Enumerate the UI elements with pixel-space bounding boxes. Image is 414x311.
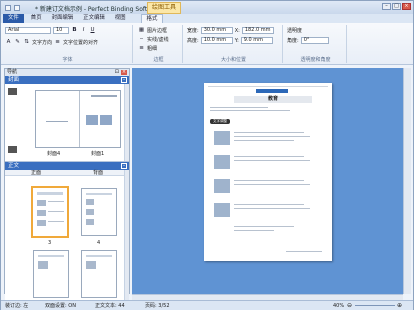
page-thumbnail[interactable] [81, 188, 117, 236]
opacity-button[interactable]: 透明度 [287, 27, 302, 34]
cover-label-back: 封面4 [47, 151, 61, 157]
text-direction-icon[interactable]: ⇅ [23, 39, 30, 46]
window-controls: – □ × [382, 3, 411, 10]
book-graphic-icon [256, 89, 288, 93]
page-number-4: 4 [97, 240, 101, 246]
printer-icon [8, 88, 17, 95]
cover-label-front: 封面1 [91, 151, 105, 157]
tab-body-edit[interactable]: 正文编辑 [78, 14, 110, 23]
illustration-image [214, 131, 230, 145]
font-name-select[interactable]: Arial [5, 27, 51, 34]
save-icon[interactable] [14, 4, 20, 11]
y-input[interactable]: 9.0 mm [240, 37, 273, 44]
dash-style-button[interactable]: 实线/虚线 [147, 36, 169, 43]
picture-border-button[interactable]: 图片边框 [147, 27, 167, 34]
minimize-icon[interactable]: – [382, 3, 391, 10]
window-title: * 新建订文档示例 - Perfect Binding Software [35, 6, 162, 13]
text-align-icon[interactable]: ≡ [54, 39, 61, 46]
x-label: X: [234, 27, 240, 34]
navigation-header: 导航 ⊡ × [5, 69, 129, 76]
body-section-header[interactable]: 正文 – [5, 162, 129, 170]
x-input[interactable]: 182.0 mm [241, 27, 274, 34]
dash-style-icon: ┄ [139, 36, 144, 42]
underline-button[interactable]: U [89, 27, 96, 34]
app-window: * 新建订文档示例 - Perfect Binding Software 绘图工… [0, 0, 414, 310]
illustration-image [214, 203, 230, 217]
col-front: 正面 [30, 170, 41, 176]
angle-input[interactable]: 0° [300, 37, 329, 44]
document-workspace: 教育 文字调整 [132, 68, 403, 294]
pin-icon[interactable]: ⊡ [115, 69, 119, 76]
context-tab-drawing-tools[interactable]: 绘图工具 [147, 2, 181, 14]
tab-home[interactable]: 首页 [26, 14, 47, 23]
app-icon[interactable] [5, 4, 11, 11]
body-column-headers: 正面 背面 [5, 170, 129, 176]
document-page[interactable]: 教育 文字调整 [204, 83, 332, 261]
close-pane-icon[interactable]: × [121, 70, 127, 75]
body-thumbnails: 正面 背面 3 4 [5, 170, 129, 304]
quick-access-toolbar [1, 4, 20, 11]
body-section-title: 正文 [8, 163, 20, 169]
page-thumbnail[interactable] [33, 250, 69, 298]
maximize-icon[interactable]: □ [392, 3, 401, 10]
font-group: Arial 10 B I U A ✎ ⇅ 文字方向 ≡ 文字位置的对齐 字体 [3, 25, 133, 63]
y-label: Y: [234, 37, 239, 44]
close-icon[interactable]: × [402, 3, 411, 10]
height-input[interactable]: 10.0 mm [200, 37, 233, 44]
page-number-3: 3 [48, 240, 52, 246]
tab-cover-edit[interactable]: 封面编辑 [47, 14, 79, 23]
col-back: 背面 [92, 170, 103, 176]
cover-section-header[interactable]: 封面 – [5, 76, 129, 84]
font-group-label: 字体 [62, 57, 73, 63]
status-bar: 装订边: 左 双面设置: ON 正文文本: 44 页码: 3/52 40% ⊖ … [1, 300, 413, 310]
width-input[interactable]: 30.0 mm [200, 27, 233, 34]
section-badge: 文字调整 [210, 119, 230, 124]
highlight-icon[interactable]: ✎ [14, 39, 21, 46]
tab-view[interactable]: 视图 [110, 14, 131, 23]
size-position-group: 宽度: 30.0 mm X: 182.0 mm 高度: 10.0 mm Y: 9… [185, 25, 283, 63]
collapse-icon[interactable]: – [121, 163, 127, 169]
transparency-group-label: 透明度和角度 [300, 57, 331, 63]
cover-scrollbar[interactable] [124, 84, 129, 161]
title-bar: * 新建订文档示例 - Perfect Binding Software 绘图工… [1, 1, 413, 14]
vertical-scrollbar[interactable] [403, 68, 411, 294]
italic-button[interactable]: I [80, 27, 87, 34]
text-direction-button[interactable]: 文字方向 [32, 39, 52, 46]
cover-spread-thumbnail[interactable] [35, 90, 121, 148]
zoom-slider[interactable] [355, 305, 395, 306]
border-group: ▦ 图片边框 ┄ 实线/虚线 ≡ 粗细 边框 [135, 25, 183, 63]
collapse-icon[interactable]: – [121, 77, 127, 83]
line-weight-button[interactable]: 粗细 [147, 45, 157, 52]
cover-thumbnails: 封面4 封面1 [5, 84, 129, 162]
bold-button[interactable]: B [71, 27, 78, 34]
cover-section-title: 封面 [8, 77, 20, 83]
ribbon-tabs: 文件 首页 封面编辑 正文编辑 视图 格式 [1, 14, 413, 23]
border-group-label: 边框 [153, 57, 164, 63]
height-label: 高度: [187, 38, 199, 44]
page-thumbnail-selected[interactable] [31, 186, 69, 238]
body-scrollbar[interactable] [124, 170, 129, 304]
illustration-image [214, 179, 230, 193]
font-color-icon[interactable]: A [5, 39, 12, 46]
picture-border-icon: ▦ [138, 27, 145, 33]
text-align-button[interactable]: 文字位置的对齐 [63, 39, 98, 46]
font-size-select[interactable]: 10 [53, 27, 69, 34]
transparency-group: 透明度 角度: 0° 透明度和角度 [285, 25, 347, 63]
size-position-group-label: 大小和位置 [220, 57, 246, 63]
page-thumbnail[interactable] [81, 250, 117, 298]
document-heading: 教育 [234, 96, 312, 103]
illustration-image [214, 155, 230, 169]
ribbon: Arial 10 B I U A ✎ ⇅ 文字方向 ≡ 文字位置的对齐 字体 ▦… [1, 23, 413, 65]
tab-format[interactable]: 格式 [140, 14, 164, 23]
navigation-title: 导航 [7, 69, 18, 75]
navigation-pane: 导航 ⊡ × 封面 – 封面4 封面1 正文 – 正面 背面 3 4 [4, 68, 130, 304]
printer-icon [8, 146, 17, 153]
line-weight-icon: ≡ [139, 45, 144, 51]
width-label: 宽度: [187, 28, 199, 34]
angle-label: 角度: [287, 38, 299, 44]
tab-file[interactable]: 文件 [3, 14, 24, 23]
